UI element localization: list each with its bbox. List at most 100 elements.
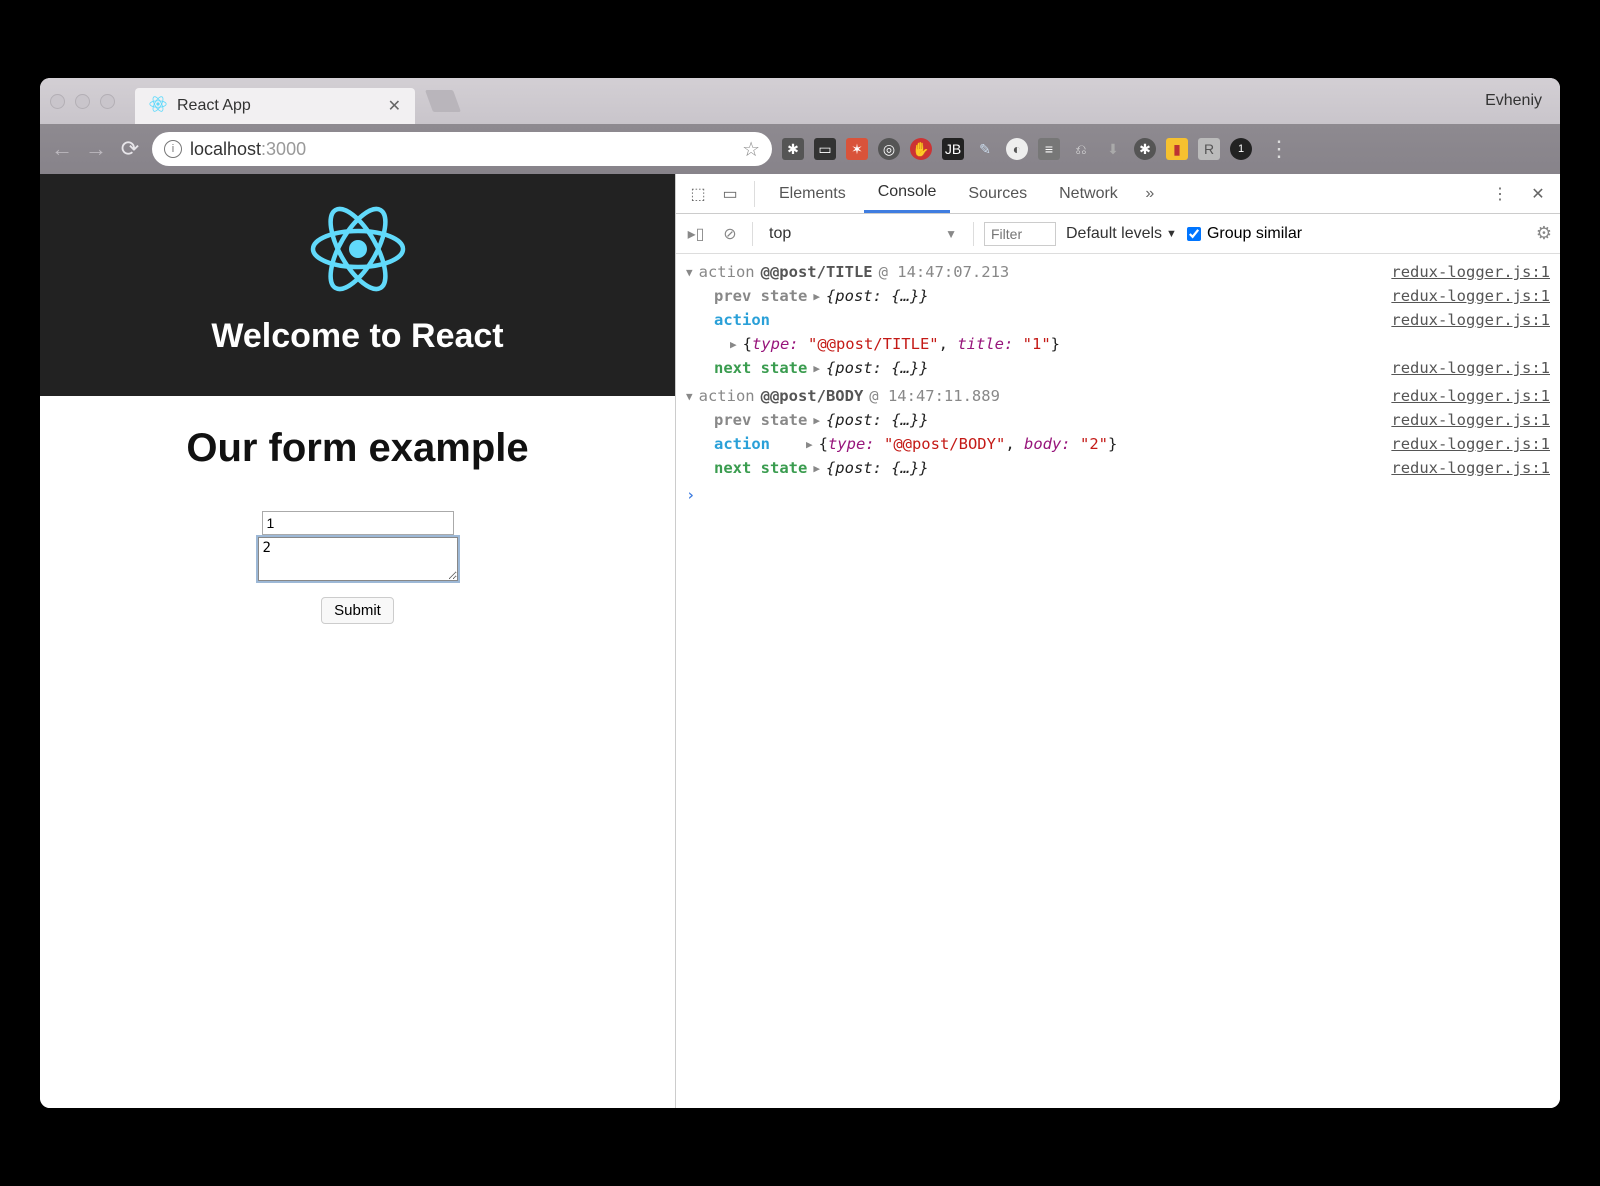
log-header[interactable]: ▼ action @@post/TITLE @ 14:47:07.213 red… bbox=[686, 260, 1550, 284]
expand-triangle-icon[interactable]: ▶ bbox=[806, 438, 813, 451]
url-text: localhost:3000 bbox=[190, 139, 306, 160]
group-similar-input[interactable] bbox=[1187, 227, 1201, 241]
expand-triangle-icon[interactable]: ▶ bbox=[730, 338, 737, 351]
next-state-value: {post: {…}} bbox=[826, 459, 929, 477]
new-tab-button[interactable] bbox=[425, 90, 461, 112]
expand-triangle-icon[interactable]: ▶ bbox=[813, 290, 820, 303]
browser-window: React App ✕ Evheniy ← → ⟳ i localhost:30… bbox=[40, 78, 1560, 1108]
content-split: Welcome to React Our form example 2 Subm… bbox=[40, 174, 1560, 1108]
address-bar: ← → ⟳ i localhost:3000 ☆ ✱ ▭ ✶ ◎ ✋ JB ✎ … bbox=[40, 124, 1560, 174]
extension-icon[interactable]: ◐ bbox=[1006, 138, 1028, 160]
source-link[interactable]: redux-logger.js:1 bbox=[1391, 287, 1550, 305]
more-tabs-icon[interactable]: » bbox=[1136, 180, 1164, 208]
log-group: ▼ action @@post/BODY @ 14:47:11.889 redu… bbox=[676, 382, 1560, 482]
extension-icon[interactable]: JB bbox=[942, 138, 964, 160]
extension-icon[interactable]: ✶ bbox=[846, 138, 868, 160]
body-textarea[interactable]: 2 bbox=[258, 537, 458, 581]
extension-icon[interactable]: ✋ bbox=[910, 138, 932, 160]
site-info-icon[interactable]: i bbox=[164, 140, 182, 158]
source-link[interactable]: redux-logger.js:1 bbox=[1391, 387, 1550, 405]
prev-state-value: {post: {…}} bbox=[826, 287, 929, 305]
device-toolbar-icon[interactable]: ▭ bbox=[716, 180, 744, 208]
source-link[interactable]: redux-logger.js:1 bbox=[1391, 435, 1550, 453]
omnibox[interactable]: i localhost:3000 ☆ bbox=[152, 132, 772, 166]
next-state-label: next state bbox=[714, 359, 807, 377]
group-similar-checkbox[interactable]: Group similar bbox=[1187, 225, 1302, 243]
title-input[interactable] bbox=[262, 511, 454, 535]
log-line-prev-state[interactable]: prev state ▶ {post: {…}} redux-logger.js… bbox=[686, 408, 1550, 432]
action-label: action bbox=[699, 263, 755, 281]
action-key-label: action bbox=[714, 311, 770, 329]
tab-strip: React App ✕ Evheniy bbox=[40, 78, 1560, 124]
source-link[interactable]: redux-logger.js:1 bbox=[1391, 459, 1550, 477]
extension-icons: ✱ ▭ ✶ ◎ ✋ JB ✎ ◐ ≡ ⎌ ⬇ ✱ ▮ R 1 bbox=[782, 138, 1252, 160]
tab-console[interactable]: Console bbox=[864, 174, 951, 213]
source-link[interactable]: redux-logger.js:1 bbox=[1391, 263, 1550, 281]
close-tab-icon[interactable]: ✕ bbox=[388, 96, 401, 116]
clear-console-icon[interactable]: ⊘ bbox=[718, 222, 742, 246]
chevron-down-icon: ▼ bbox=[1166, 228, 1177, 240]
url-host: localhost bbox=[190, 139, 261, 159]
inspect-element-icon[interactable]: ⬚ bbox=[684, 180, 712, 208]
react-favicon-icon bbox=[149, 95, 167, 118]
group-similar-label: Group similar bbox=[1207, 225, 1302, 243]
extension-icon[interactable]: ✎ bbox=[974, 138, 996, 160]
submit-button[interactable]: Submit bbox=[321, 597, 394, 624]
extension-icon[interactable]: ▮ bbox=[1166, 138, 1188, 160]
devtools-menu-icon[interactable]: ⋮ bbox=[1486, 180, 1514, 208]
log-line-prev-state[interactable]: prev state ▶ {post: {…}} redux-logger.js… bbox=[686, 284, 1550, 308]
extension-icon[interactable]: ✱ bbox=[782, 138, 804, 160]
extension-icon[interactable]: R bbox=[1198, 138, 1220, 160]
source-link[interactable]: redux-logger.js:1 bbox=[1391, 359, 1550, 377]
forward-button[interactable]: → bbox=[84, 137, 108, 161]
extension-icon[interactable]: ◎ bbox=[878, 138, 900, 160]
log-line-action[interactable]: action ▶ {type: "@@post/BODY", body: "2"… bbox=[686, 432, 1550, 456]
minimize-window-button[interactable] bbox=[75, 94, 90, 109]
timestamp: @ 14:47:11.889 bbox=[869, 387, 1000, 405]
source-link[interactable]: redux-logger.js:1 bbox=[1391, 311, 1550, 329]
action-object: {type: "@@post/TITLE", title: "1"} bbox=[743, 335, 1060, 353]
console-sidebar-toggle-icon[interactable]: ▸▯ bbox=[684, 222, 708, 246]
extension-icon[interactable]: ▭ bbox=[814, 138, 836, 160]
tab-network[interactable]: Network bbox=[1045, 174, 1132, 213]
form-heading: Our form example bbox=[40, 426, 675, 471]
browser-tab[interactable]: React App ✕ bbox=[135, 88, 415, 124]
page-body: Our form example 2 Submit bbox=[40, 396, 675, 1108]
back-button[interactable]: ← bbox=[50, 137, 74, 161]
separator bbox=[973, 222, 974, 246]
extension-icon[interactable]: ≡ bbox=[1038, 138, 1060, 160]
extension-icon[interactable]: ✱ bbox=[1134, 138, 1156, 160]
url-path: :3000 bbox=[261, 139, 306, 159]
collapse-triangle-icon[interactable]: ▼ bbox=[686, 390, 693, 403]
log-line-next-state[interactable]: next state ▶ {post: {…}} redux-logger.js… bbox=[686, 456, 1550, 480]
profile-name[interactable]: Evheniy bbox=[1485, 92, 1550, 110]
expand-triangle-icon[interactable]: ▶ bbox=[813, 362, 820, 375]
expand-triangle-icon[interactable]: ▶ bbox=[813, 414, 820, 427]
maximize-window-button[interactable] bbox=[100, 94, 115, 109]
bookmark-star-icon[interactable]: ☆ bbox=[742, 137, 760, 162]
separator bbox=[754, 181, 755, 207]
chrome-menu-icon[interactable]: ⋮ bbox=[1262, 136, 1296, 162]
devtools-panel: ⬚ ▭ Elements Console Sources Network » ⋮… bbox=[675, 174, 1560, 1108]
collapse-triangle-icon[interactable]: ▼ bbox=[686, 266, 693, 279]
tab-elements[interactable]: Elements bbox=[765, 174, 860, 213]
log-line-next-state[interactable]: next state ▶ {post: {…}} redux-logger.js… bbox=[686, 356, 1550, 380]
console-settings-icon[interactable]: ⚙ bbox=[1536, 223, 1552, 244]
console-prompt-icon[interactable]: › bbox=[676, 482, 1560, 508]
reload-button[interactable]: ⟳ bbox=[118, 137, 142, 161]
expand-triangle-icon[interactable]: ▶ bbox=[813, 462, 820, 475]
tab-sources[interactable]: Sources bbox=[954, 174, 1041, 213]
log-line-action[interactable]: action redux-logger.js:1 bbox=[686, 308, 1550, 332]
source-link[interactable]: redux-logger.js:1 bbox=[1391, 411, 1550, 429]
context-selector[interactable]: top ▼ bbox=[763, 225, 963, 243]
filter-input[interactable] bbox=[984, 222, 1056, 246]
extension-icon[interactable]: ⎌ bbox=[1070, 138, 1092, 160]
log-levels-selector[interactable]: Default levels ▼ bbox=[1066, 225, 1177, 243]
close-devtools-icon[interactable]: ✕ bbox=[1524, 180, 1552, 208]
log-header[interactable]: ▼ action @@post/BODY @ 14:47:11.889 redu… bbox=[686, 384, 1550, 408]
prev-state-label: prev state bbox=[714, 411, 807, 429]
profile-avatar-icon[interactable]: 1 bbox=[1230, 138, 1252, 160]
extension-icon[interactable]: ⬇ bbox=[1102, 138, 1124, 160]
close-window-button[interactable] bbox=[50, 94, 65, 109]
log-line-action-obj[interactable]: ▶ {type: "@@post/TITLE", title: "1"} bbox=[686, 332, 1550, 356]
